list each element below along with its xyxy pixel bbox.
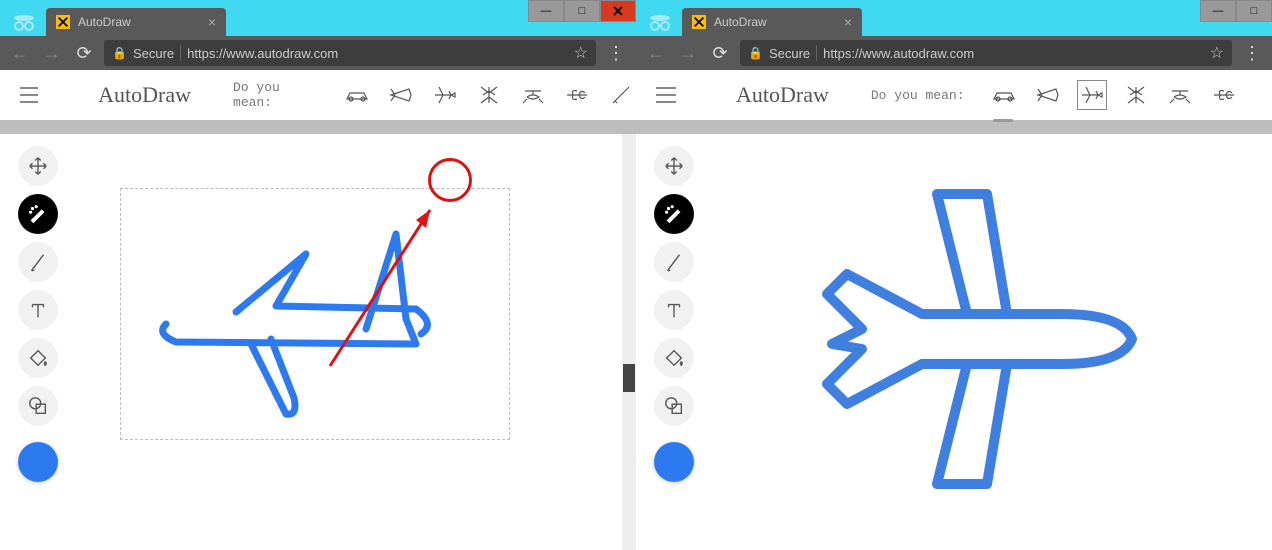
tab-bar: AutoDraw × [636,0,1272,36]
tab-title: AutoDraw [78,15,208,29]
minimize-button[interactable]: — [1200,0,1236,22]
tool-shape[interactable] [654,386,694,426]
secure-label: Secure [769,46,810,61]
scrollbar[interactable] [622,134,636,550]
nav-forward-button[interactable]: → [40,41,64,65]
window-controls: — □ ✕ [528,0,636,22]
do-you-mean-label: Do you mean: [233,80,318,110]
tool-fill[interactable] [18,338,58,378]
tab-title: AutoDraw [714,15,844,29]
suggestion-dragonfly[interactable] [1209,80,1239,110]
browser-window-left: — □ ✕ AutoDraw × ← → ⟳ 🔒 Secure https://… [0,0,636,550]
address-bar: ← → ⟳ 🔒 Secure https://www.autodraw.com … [0,36,636,70]
favicon-icon [56,15,70,29]
drawing-canvas[interactable] [712,134,1272,550]
drawing-canvas[interactable] [76,134,636,550]
browser-tab[interactable]: AutoDraw × [46,8,226,36]
divider-bar [0,120,636,134]
suggestion-mosquito[interactable] [1121,80,1151,110]
tool-move[interactable] [18,146,58,186]
color-swatch[interactable] [18,442,58,482]
tool-autodraw[interactable] [654,194,694,234]
suggestion-mosquito[interactable] [474,80,504,110]
selection-box [120,188,510,440]
tool-text[interactable] [654,290,694,330]
maximize-button[interactable]: □ [564,0,600,22]
minimize-button[interactable]: — [528,0,564,22]
suggestion-bar [989,80,1239,110]
app-area: AutoDraw Do you mean: [636,70,1272,550]
nav-forward-button[interactable]: → [676,41,700,65]
tool-autodraw[interactable] [18,194,58,234]
nav-reload-button[interactable]: ⟳ [72,41,96,65]
lock-icon: 🔒 [112,46,127,60]
app-topbar: AutoDraw Do you mean: [0,70,636,120]
tool-fill[interactable] [654,338,694,378]
suggestion-knife[interactable] [606,80,636,110]
canvas-area [0,134,636,550]
nav-back-button[interactable]: ← [8,41,32,65]
suggestion-dragonfly[interactable] [562,80,592,110]
canvas-area [636,134,1272,550]
tool-text[interactable] [18,290,58,330]
bookmark-star-icon[interactable]: ☆ [1210,43,1224,63]
color-swatch[interactable] [654,442,694,482]
suggestion-car[interactable] [989,80,1019,110]
url-text: https://www.autodraw.com [187,46,568,61]
secure-label: Secure [133,46,174,61]
tab-close-button[interactable]: × [208,14,216,30]
browser-window-right: — □ AutoDraw × ← → ⟳ 🔒 Secure https://ww… [636,0,1272,550]
tool-draw[interactable] [654,242,694,282]
incognito-icon [644,8,676,36]
tool-draw[interactable] [18,242,58,282]
lock-icon: 🔒 [748,46,763,60]
browser-menu-button[interactable]: ⋮ [604,43,628,64]
app-title: AutoDraw [98,82,191,108]
suggestion-helicopter[interactable] [518,80,548,110]
favicon-icon [692,15,706,29]
suggestion-jet[interactable] [1033,80,1063,110]
browser-tab[interactable]: AutoDraw × [682,8,862,36]
close-window-button[interactable]: ✕ [600,0,636,22]
hamburger-menu-button[interactable] [20,87,38,103]
app-topbar: AutoDraw Do you mean: [636,70,1272,120]
divider-bar [636,120,1272,134]
tool-move[interactable] [654,146,694,186]
clean-airplane [712,134,1272,550]
browser-menu-button[interactable]: ⋮ [1240,43,1264,64]
tab-close-button[interactable]: × [844,14,852,30]
suggestion-jet[interactable] [386,80,416,110]
bookmark-star-icon[interactable]: ☆ [574,43,588,63]
scrollbar-thumb[interactable] [623,364,635,392]
url-input[interactable]: 🔒 Secure https://www.autodraw.com ☆ [740,40,1232,66]
suggestion-airplane[interactable] [1077,80,1107,110]
maximize-button[interactable]: □ [1236,0,1272,22]
suggestion-bar [342,80,636,110]
nav-reload-button[interactable]: ⟳ [708,41,732,65]
url-input[interactable]: 🔒 Secure https://www.autodraw.com ☆ [104,40,596,66]
app-title: AutoDraw [736,82,829,108]
nav-back-button[interactable]: ← [644,41,668,65]
suggestion-helicopter[interactable] [1165,80,1195,110]
address-bar: ← → ⟳ 🔒 Secure https://www.autodraw.com … [636,36,1272,70]
incognito-icon [8,8,40,36]
hamburger-menu-button[interactable] [656,87,676,103]
tool-sidebar [0,134,76,550]
window-controls: — □ [1200,0,1272,22]
suggestion-underline [993,119,1013,122]
do-you-mean-label: Do you mean: [871,88,965,103]
tool-sidebar [636,134,712,550]
app-area: AutoDraw Do you mean: [0,70,636,550]
url-text: https://www.autodraw.com [823,46,1204,61]
suggestion-airplane[interactable] [430,80,460,110]
tool-shape[interactable] [18,386,58,426]
suggestion-car[interactable] [342,80,372,110]
